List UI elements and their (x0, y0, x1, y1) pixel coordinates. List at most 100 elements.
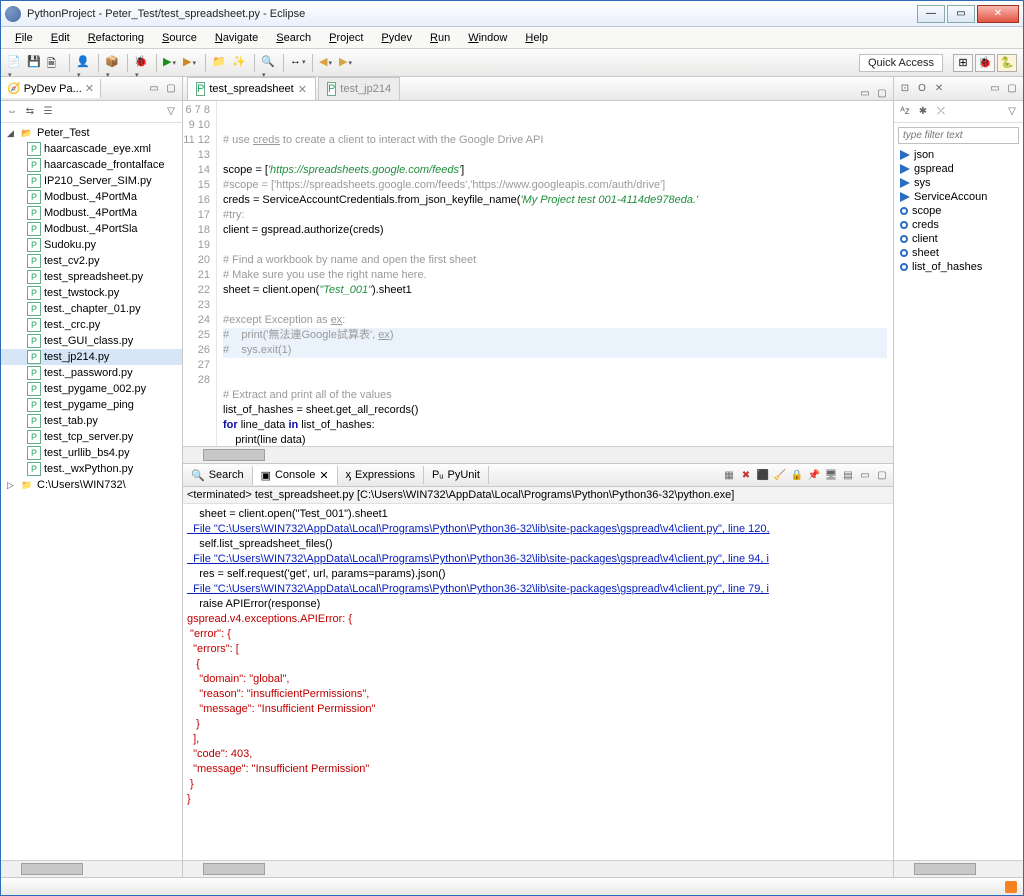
scroll-lock-icon[interactable]: 🔒 (790, 468, 804, 482)
link-icon[interactable]: ⇆ (23, 105, 37, 119)
user-icon[interactable]: 👤 (76, 55, 92, 71)
file-item[interactable]: PModbust._4PortSla (1, 221, 182, 237)
tab-expressions[interactable]: ᶍExpressions (338, 466, 424, 484)
code-content[interactable]: # use creds to create a client to intera… (217, 101, 893, 446)
minimize-view-icon[interactable]: ▭ (858, 86, 872, 100)
menu-icon[interactable]: ▽ (164, 105, 178, 119)
file-item[interactable]: Ptest_GUI_class.py (1, 333, 182, 349)
forward-icon[interactable]: ▶ (339, 55, 355, 71)
expand-icon[interactable]: ✱ (916, 105, 930, 119)
menu-window[interactable]: Window (460, 30, 515, 46)
close-icon[interactable]: ✕ (932, 82, 946, 96)
remove-all-icon[interactable]: ✖ (739, 468, 753, 482)
minimize-view-icon[interactable]: ▭ (988, 82, 1002, 96)
save-icon[interactable]: 💾 (27, 55, 43, 71)
save-all-icon[interactable]: 🗎 (47, 55, 63, 71)
outline-item[interactable]: client (894, 232, 1023, 246)
nav-icon[interactable]: ↔ (290, 55, 306, 71)
open-perspective-button[interactable]: ⊞ (953, 54, 973, 72)
pin-icon[interactable]: 📌 (807, 468, 821, 482)
sidebar-hscrollbar[interactable] (1, 860, 182, 877)
wand-icon[interactable]: ✨ (232, 55, 248, 71)
menu-navigate[interactable]: Navigate (207, 30, 266, 46)
clear-icon[interactable]: 🧹 (773, 468, 787, 482)
menu-help[interactable]: Help (517, 30, 556, 46)
project-tree[interactable]: ◢📂Peter_TestPhaarcascade_eye.xmlPhaarcas… (1, 123, 182, 860)
outline-item[interactable]: ServiceAccoun (894, 190, 1023, 204)
filter-icon[interactable]: ☰ (41, 105, 55, 119)
maximize-button[interactable]: ▭ (947, 5, 975, 23)
file-item[interactable]: Phaarcascade_frontalface (1, 157, 182, 173)
outline-item[interactable]: sheet (894, 246, 1023, 260)
editor-tab[interactable]: Ptest_jp214 (318, 77, 400, 100)
close-icon[interactable]: ✕ (298, 83, 307, 96)
menu-run[interactable]: Run (422, 30, 458, 46)
menu-pydev[interactable]: Pydev (373, 30, 420, 46)
file-item[interactable]: Ptest._chapter_01.py (1, 301, 182, 317)
pydev-perspective-button[interactable]: 🐍 (997, 54, 1017, 72)
tab-search[interactable]: 🔍Search (183, 466, 253, 485)
file-item[interactable]: Phaarcascade_eye.xml (1, 141, 182, 157)
file-item[interactable]: Ptest._crc.py (1, 317, 182, 333)
outline-item[interactable]: creds (894, 218, 1023, 232)
outline-hscrollbar[interactable] (894, 860, 1023, 877)
open-console-icon[interactable]: ▤ (841, 468, 855, 482)
outline-o-icon[interactable]: O (915, 82, 929, 96)
folder-icon[interactable]: 📁 (212, 55, 228, 71)
box-icon[interactable]: 📦 (105, 55, 121, 71)
rss-icon[interactable] (1005, 881, 1017, 893)
close-icon[interactable]: ✕ (319, 469, 328, 482)
file-item[interactable]: Ptest_tcp_server.py (1, 429, 182, 445)
file-item[interactable]: Ptest_cv2.py (1, 253, 182, 269)
file-item[interactable]: Ptest._wxPython.py (1, 461, 182, 477)
quick-access[interactable]: Quick Access (859, 54, 943, 72)
file-item[interactable]: PModbust._4PortMa (1, 205, 182, 221)
new-icon[interactable]: 📄 (7, 55, 23, 71)
maximize-view-icon[interactable]: ▢ (875, 86, 889, 100)
file-item[interactable]: Ptest_spreadsheet.py (1, 269, 182, 285)
project-root[interactable]: ◢📂Peter_Test (1, 125, 182, 141)
file-item[interactable]: Ptest_urllib_bs4.py (1, 445, 182, 461)
console-hscrollbar[interactable] (183, 860, 893, 877)
maximize-view-icon[interactable]: ▢ (164, 82, 178, 96)
file-item[interactable]: Ptest_tab.py (1, 413, 182, 429)
outline-item[interactable]: list_of_hashes (894, 260, 1023, 274)
maximize-view-icon[interactable]: ▢ (875, 468, 889, 482)
editor-tab[interactable]: Ptest_spreadsheet✕ (187, 77, 316, 100)
collapse-icon[interactable]: ⇔ (5, 105, 19, 119)
outline-item[interactable]: scope (894, 204, 1023, 218)
menu-refactoring[interactable]: Refactoring (80, 30, 152, 46)
menu-project[interactable]: Project (321, 30, 371, 46)
tab-pyunit[interactable]: PᵤPyUnit (424, 466, 489, 484)
back-icon[interactable]: ◀ (319, 55, 335, 71)
editor-hscrollbar[interactable] (183, 446, 893, 463)
remove-icon[interactable]: ▦ (722, 468, 736, 482)
minimize-button[interactable]: — (917, 5, 945, 23)
external-libs[interactable]: ▷📁C:\Users\WIN732\ (1, 477, 182, 493)
debug-perspective-button[interactable]: 🐞 (975, 54, 995, 72)
menu-edit[interactable]: Edit (43, 30, 78, 46)
outline-list[interactable]: jsongspreadsysServiceAccounscopecredscli… (894, 148, 1023, 274)
file-item[interactable]: PSudoku.py (1, 237, 182, 253)
menu-icon[interactable]: ▽ (1005, 105, 1019, 119)
maximize-view-icon[interactable]: ▢ (1005, 82, 1019, 96)
tab-console[interactable]: ▣Console✕ (253, 466, 338, 485)
outline-item[interactable]: json (894, 148, 1023, 162)
close-button[interactable]: ✕ (977, 5, 1019, 23)
terminate-icon[interactable]: ⬛ (756, 468, 770, 482)
file-item[interactable]: Ptest_twstock.py (1, 285, 182, 301)
pydev-explorer-tab[interactable]: 🧭 PyDev Pa... ✕ (1, 79, 101, 98)
outline-item[interactable]: sys (894, 176, 1023, 190)
file-item[interactable]: Ptest_jp214.py (1, 349, 182, 365)
file-item[interactable]: PIP210_Server_SIM.py (1, 173, 182, 189)
debug-icon[interactable]: 🐞 (134, 55, 150, 71)
coverage-icon[interactable]: ▶ (183, 55, 199, 71)
console-output[interactable]: sheet = client.open("Test_001").sheet1 F… (183, 504, 893, 860)
search-icon[interactable]: 🔍 (261, 55, 277, 71)
minimize-view-icon[interactable]: ▭ (147, 82, 161, 96)
file-item[interactable]: Ptest_pygame_002.py (1, 381, 182, 397)
collapse-icon[interactable]: ⤫ (934, 105, 948, 119)
outline-icon[interactable]: ⊡ (898, 82, 912, 96)
file-item[interactable]: Ptest._password.py (1, 365, 182, 381)
menu-file[interactable]: File (7, 30, 41, 46)
